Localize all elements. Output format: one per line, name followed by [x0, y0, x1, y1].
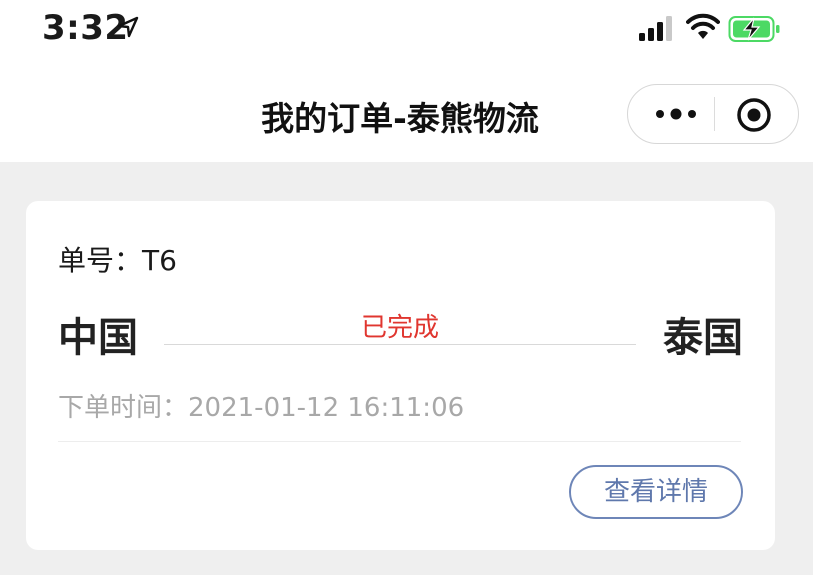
- order-number-value: T6: [142, 244, 177, 277]
- status-time: 3:32: [42, 8, 129, 48]
- order-time-label: 下单时间：: [58, 393, 189, 423]
- status-badge: 已完成: [360, 313, 439, 343]
- card-divider: [58, 441, 741, 442]
- mini-program-capsule: [627, 84, 799, 144]
- wifi-icon: [686, 13, 720, 39]
- order-card[interactable]: 单号：T6 中国 已完成 泰国 下单时间：2021-01-12 16:11:06…: [26, 201, 775, 550]
- location-arrow-icon: [117, 16, 139, 38]
- order-time-value: 2021-01-12 16:11:06: [188, 393, 465, 423]
- origin-country: 中国: [58, 315, 138, 361]
- view-details-button[interactable]: 查看详情: [569, 465, 743, 519]
- capsule-divider: [714, 97, 715, 131]
- target-icon[interactable]: [736, 97, 772, 133]
- top-bar: 3:32 我的订单-泰熊物流: [0, 0, 813, 162]
- battery-charging-icon: [728, 16, 780, 42]
- order-number: 单号：T6: [58, 239, 177, 279]
- more-dots-icon[interactable]: [646, 85, 706, 143]
- order-number-label: 单号：: [58, 244, 143, 277]
- order-time: 下单时间：2021-01-12 16:11:06: [58, 387, 464, 424]
- destination-country: 泰国: [663, 315, 743, 361]
- route-line: [164, 344, 636, 345]
- signal-icon: [639, 16, 672, 41]
